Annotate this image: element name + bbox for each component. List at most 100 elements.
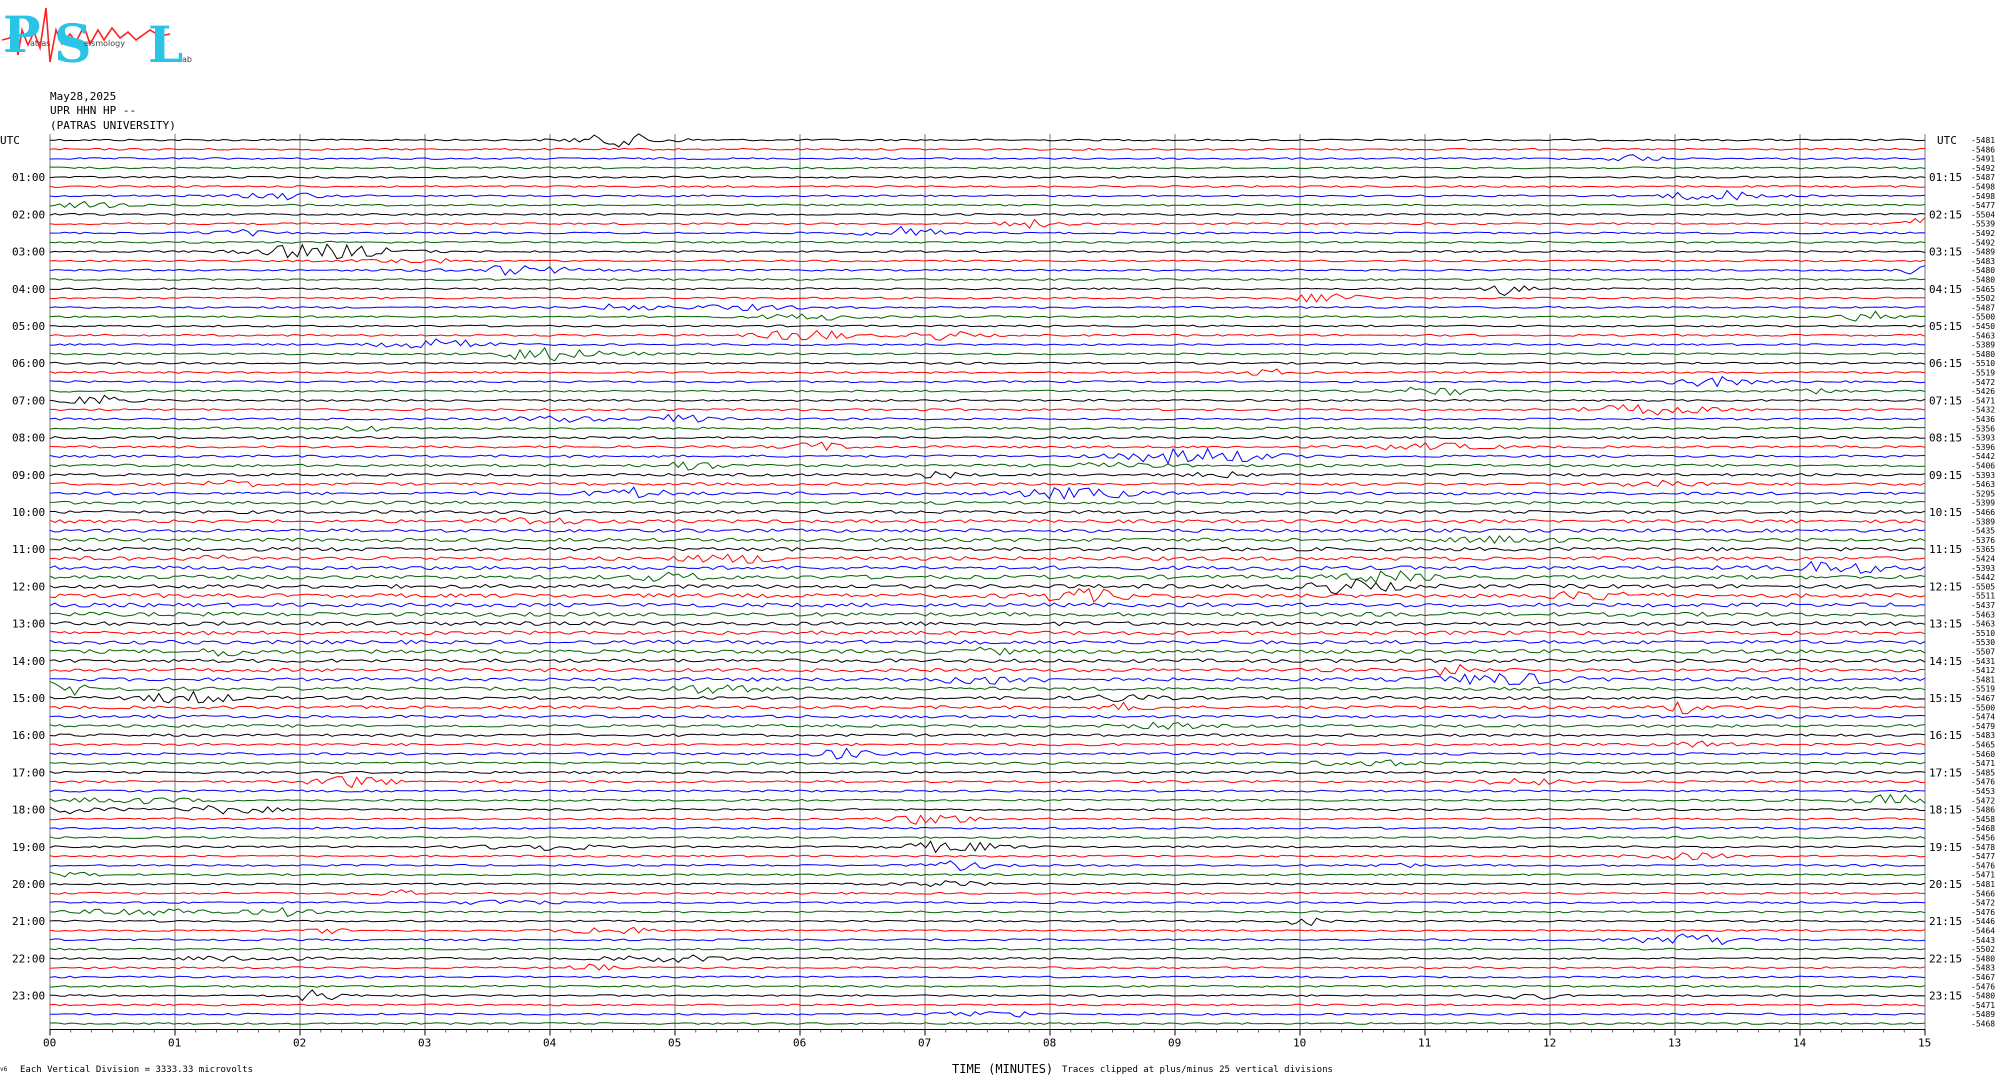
left-hour-label: 16:00 <box>12 729 45 742</box>
right-hour-label: 10:15 <box>1929 506 1962 519</box>
trace-offset-label: -5487 <box>1971 173 1995 182</box>
right-hour-label: 15:15 <box>1929 692 1962 705</box>
trace-offset-label: -5476 <box>1971 861 1995 870</box>
trace-offset-label: -5480 <box>1971 266 1995 275</box>
x-tick-label: 04 <box>543 1037 557 1050</box>
trace-offset-label: -5505 <box>1971 582 1995 591</box>
plot-grid <box>49 134 1926 1036</box>
trace-offset-label: -5483 <box>1971 257 1995 266</box>
right-utc-header: UTC <box>1937 134 1957 147</box>
clip-note: Traces clipped at plus/minus 25 vertical… <box>1062 1065 1333 1075</box>
trace-offset-label: -5504 <box>1971 210 1995 219</box>
trace-offset-label: -5443 <box>1971 936 1995 945</box>
trace-offset-label: -5510 <box>1971 359 1995 368</box>
seismic-trace <box>49 447 1926 465</box>
left-hour-label: 12:00 <box>12 580 45 593</box>
seismic-trace <box>49 441 1926 452</box>
trace-offset-label: -5480 <box>1971 992 1995 1001</box>
seismic-trace <box>49 578 1926 595</box>
seismic-trace <box>49 646 1926 657</box>
trace-offset-label: -5463 <box>1971 480 1995 489</box>
trace-offset-label: -5464 <box>1971 927 1995 936</box>
trace-offset-label: -5471 <box>1971 759 1995 768</box>
seismic-trace <box>49 700 1926 715</box>
seismic-trace <box>49 826 1926 830</box>
seismic-trace <box>49 175 1926 179</box>
right-hour-label: 16:15 <box>1929 729 1962 742</box>
right-hour-label: 20:15 <box>1929 878 1962 891</box>
trace-offset-label: -5376 <box>1971 536 1995 545</box>
seismic-trace <box>49 740 1926 748</box>
seismic-trace <box>49 189 1926 201</box>
trace-offset-label: -5485 <box>1971 768 1995 777</box>
seismic-trace <box>49 394 1926 405</box>
trace-offset-label: -5476 <box>1971 982 1995 991</box>
seismic-trace <box>49 975 1926 979</box>
left-utc-header: UTC <box>0 134 20 147</box>
right-hour-label: 11:15 <box>1929 543 1962 556</box>
left-hour-label: 09:00 <box>12 469 45 482</box>
x-tick-label: 13 <box>1668 1037 1681 1050</box>
seismic-trace <box>49 602 1926 608</box>
trace-layer <box>49 133 1926 1025</box>
seismic-trace <box>49 265 1926 276</box>
left-hour-label: 02:00 <box>12 208 45 221</box>
trace-offset-label: -5491 <box>1971 155 1995 164</box>
left-hour-label: 14:00 <box>12 655 45 668</box>
right-hour-label: 17:15 <box>1929 766 1962 779</box>
seismic-trace <box>49 546 1926 552</box>
trace-offset-label: -5465 <box>1971 285 1995 294</box>
seismic-trace <box>49 147 1926 151</box>
trace-offset-label: -5399 <box>1971 499 1995 508</box>
x-tick-label: 00 <box>43 1037 56 1050</box>
trace-offset-label: -5486 <box>1971 806 1995 815</box>
trace-offset-label: -5477 <box>1971 852 1995 861</box>
seismic-trace <box>49 470 1926 479</box>
seismic-trace <box>49 154 1926 162</box>
trace-offset-label: -5478 <box>1971 843 1995 852</box>
trace-offset-label: -5460 <box>1971 750 1995 759</box>
seismic-trace <box>49 553 1926 564</box>
left-hour-label: 03:00 <box>12 246 45 259</box>
x-tick-label: 11 <box>1418 1037 1431 1050</box>
seismic-trace <box>49 243 1926 260</box>
left-hour-label: 08:00 <box>12 432 45 445</box>
right-hour-label: 14:15 <box>1929 655 1962 668</box>
right-hour-label: 18:15 <box>1929 804 1962 817</box>
left-hour-label: 07:00 <box>12 394 45 407</box>
x-tick-label: 01 <box>168 1037 181 1050</box>
seismic-trace <box>49 368 1926 376</box>
seismic-trace <box>49 747 1926 760</box>
trace-offset-label: -5519 <box>1971 685 1995 694</box>
trace-offset-label: -5463 <box>1971 610 1995 619</box>
seismic-trace <box>49 375 1926 388</box>
trace-offset-label: -5467 <box>1971 694 1995 703</box>
x-tick-label: 06 <box>793 1037 806 1050</box>
x-tick-label: 07 <box>918 1037 931 1050</box>
seismic-trace <box>49 721 1926 730</box>
left-hour-label: 18:00 <box>12 804 45 817</box>
trace-offset-label: -5498 <box>1971 183 1995 192</box>
seismic-trace <box>49 310 1925 322</box>
seismic-trace <box>49 690 1926 704</box>
trace-offset-label: -5481 <box>1971 880 1995 889</box>
trace-offset-label: -5471 <box>1971 1001 1995 1010</box>
left-hour-label: 17:00 <box>12 766 45 779</box>
right-hour-label: 09:15 <box>1929 469 1962 482</box>
seismic-trace <box>49 963 1926 971</box>
trace-offset-label: -5476 <box>1971 778 1995 787</box>
trace-offset-label: -5412 <box>1971 666 1995 675</box>
right-hour-label: 07:15 <box>1929 394 1962 407</box>
x-tick-label: 02 <box>293 1037 306 1050</box>
seismic-trace <box>49 329 1926 341</box>
trace-offset-label: -5472 <box>1971 796 1995 805</box>
seismic-trace <box>49 435 1926 440</box>
seismic-trace <box>50 133 1926 148</box>
version-mark: v6 <box>0 1066 8 1073</box>
seismic-trace <box>49 560 1926 574</box>
seismic-trace <box>50 166 1926 170</box>
seismic-trace <box>49 509 1926 515</box>
trace-offset-label: -5389 <box>1971 517 1995 526</box>
seismic-trace <box>49 1022 1926 1025</box>
seismic-trace <box>49 889 1926 896</box>
